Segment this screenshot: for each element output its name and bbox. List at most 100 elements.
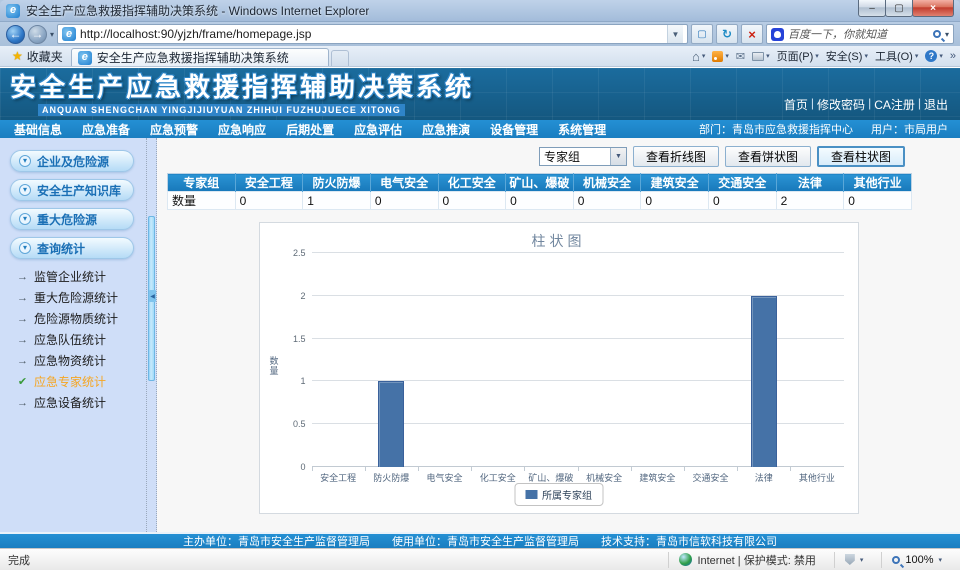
- close-button[interactable]: ×: [912, 0, 954, 17]
- new-tab-button[interactable]: [331, 50, 349, 66]
- compatibility-view-button[interactable]: ▢: [691, 24, 713, 44]
- session-info: 部门：青岛市应急救援指挥中心 用户：市局用户: [699, 121, 956, 137]
- feeds-button[interactable]: ▾: [712, 51, 729, 62]
- print-button[interactable]: ▾: [752, 52, 770, 61]
- expert-group-select[interactable]: 专家组 ▼: [539, 147, 627, 166]
- table-value-cell: 0: [370, 192, 438, 210]
- sidebar-item[interactable]: →应急设备统计: [8, 392, 146, 413]
- tab-favicon: e: [78, 51, 92, 65]
- history-chevron-icon[interactable]: ▾: [50, 30, 54, 39]
- nav-item[interactable]: 系统管理: [548, 121, 616, 138]
- select-value: 专家组: [540, 148, 610, 165]
- main-content: 专家组 ▼ 查看折线图查看饼状图查看柱状图 专家组安全工程防火防爆电气安全化工安…: [157, 138, 960, 532]
- search-box[interactable]: 百度一下，你就知道 ▾: [766, 24, 954, 44]
- header-link[interactable]: CA注册: [874, 96, 915, 113]
- sidebar-item[interactable]: →应急物资统计: [8, 350, 146, 371]
- read-mail-button[interactable]: ✉: [736, 50, 745, 63]
- site-banner: 安全生产应急救援指挥辅助决策系统 ANQUAN SHENGCHAN YINGJI…: [0, 68, 960, 120]
- browser-window: e 安全生产应急救援指挥辅助决策系统 - Windows Internet Ex…: [0, 0, 960, 570]
- header-link[interactable]: 退出: [924, 96, 948, 113]
- favorites-bar: ★ 收藏夹 e 安全生产应急救援指挥辅助决策系统 ⌂ ▾ ▾ ✉ ▾ 页面: [0, 46, 960, 67]
- table-header-row: 专家组安全工程防火防爆电气安全化工安全矿山、爆破机械安全建筑安全交通安全法律其他…: [168, 174, 912, 192]
- y-axis-title: 数量: [268, 356, 281, 376]
- sidebar-group-label: 重大危险源: [37, 211, 97, 228]
- nav-item[interactable]: 应急预警: [140, 121, 208, 138]
- url-dropdown-button[interactable]: ▼: [667, 25, 683, 43]
- home-button[interactable]: ⌂ ▾: [692, 49, 705, 64]
- sidebar-item[interactable]: ✔应急专家统计: [8, 371, 146, 392]
- sidebar-splitter[interactable]: ◀: [146, 138, 157, 532]
- chart-column: 其他行业: [790, 253, 843, 467]
- sidebar-item[interactable]: →重大危险源统计: [8, 287, 146, 308]
- separator: |: [918, 96, 921, 113]
- sidebar-item-label: 应急物资统计: [34, 352, 106, 369]
- url-field[interactable]: e http://localhost:90/yjzh/frame/homepag…: [57, 24, 688, 44]
- chart-legend[interactable]: 所属专家组: [514, 483, 603, 506]
- nav-item[interactable]: 应急响应: [208, 121, 276, 138]
- chart-bar: [751, 296, 777, 467]
- nav-item[interactable]: 应急评估: [344, 121, 412, 138]
- nav-item[interactable]: 后期处置: [276, 121, 344, 138]
- command-menu-label: 页面(P): [777, 48, 814, 64]
- browser-tab[interactable]: e 安全生产应急救援指挥辅助决策系统: [71, 48, 329, 66]
- table-header-cell: 电气安全: [370, 174, 438, 192]
- sidebar-item[interactable]: →监管企业统计: [8, 266, 146, 287]
- command-menu-o[interactable]: 工具(O)▾: [875, 48, 918, 64]
- refresh-button[interactable]: ↻: [716, 24, 738, 44]
- chart-plot: 00.511.522.5安全工程防火防爆电气安全化工安全矿山、爆破机械安全建筑安…: [312, 253, 844, 467]
- sidebar-group-button[interactable]: ▾安全生产知识库: [10, 179, 134, 201]
- protected-mode-button[interactable]: ▾: [834, 552, 874, 568]
- y-axis-tick-label: 0: [276, 462, 306, 472]
- chart-column: 机械安全: [578, 253, 631, 467]
- command-menu-items: 页面(P)▾ 安全(S)▾ 工具(O)▾: [777, 48, 919, 64]
- table-header-cell: 法律: [776, 174, 844, 192]
- sidebar-group-label: 安全生产知识库: [37, 182, 121, 199]
- nav-item[interactable]: 应急准备: [72, 121, 140, 138]
- help-button[interactable]: ? ▾: [925, 50, 943, 62]
- y-axis-tick-label: 2.5: [276, 248, 306, 258]
- sidebar-group-button[interactable]: ▾重大危险源: [10, 208, 134, 230]
- sidebar-group-button[interactable]: ▾企业及危险源: [10, 150, 134, 172]
- page-footer: 主办单位：青岛市安全生产监督管理局 使用单位：青岛市安全生产监督管理局 技术支持…: [0, 532, 960, 548]
- select-dropdown-icon[interactable]: ▼: [610, 148, 626, 165]
- command-menu-p[interactable]: 页面(P)▾: [777, 48, 819, 64]
- favorites-button[interactable]: ★ 收藏夹: [4, 46, 71, 66]
- sidebar-item-label: 应急专家统计: [34, 373, 106, 390]
- collapse-sidebar-handle[interactable]: ◀: [149, 290, 156, 302]
- nav-item[interactable]: 应急推演: [412, 121, 480, 138]
- table-value-cell: 0: [709, 192, 777, 210]
- view-bar-chart-button[interactable]: 查看柱状图: [817, 146, 905, 167]
- maximize-button[interactable]: ▢: [885, 0, 913, 17]
- footer-text: 主办单位：青岛市安全生产监督管理局 使用单位：青岛市安全生产监督管理局 技术支持…: [183, 533, 777, 549]
- search-options-chevron-icon[interactable]: ▾: [945, 30, 949, 39]
- view-pie-chart-button[interactable]: 查看饼状图: [725, 146, 811, 167]
- chart-column: 矿山、爆破: [524, 253, 577, 467]
- back-button[interactable]: ←: [6, 25, 25, 44]
- overflow-chevron-icon[interactable]: »: [950, 50, 956, 62]
- minimize-button[interactable]: –: [858, 0, 886, 17]
- nav-item[interactable]: 设备管理: [480, 121, 548, 138]
- stop-button[interactable]: ×: [741, 24, 763, 44]
- header-link[interactable]: 修改密码: [817, 96, 865, 113]
- command-menu-s[interactable]: 安全(S)▾: [826, 48, 868, 64]
- nav-item[interactable]: 基础信息: [4, 121, 72, 138]
- y-axis-tick-label: 1.5: [276, 334, 306, 344]
- url-text[interactable]: http://localhost:90/yjzh/frame/homepage.…: [80, 27, 311, 41]
- zoom-icon: [892, 556, 900, 564]
- table-header-cell: 其他行业: [844, 174, 912, 192]
- sidebar-item[interactable]: →危险源物质统计: [8, 308, 146, 329]
- forward-button[interactable]: →: [28, 25, 47, 44]
- zoom-control[interactable]: 100% ▾: [881, 552, 952, 568]
- chart-title: 柱状图: [260, 231, 858, 251]
- address-bar: ← → ▾ e http://localhost:90/yjzh/frame/h…: [0, 22, 960, 46]
- search-icon[interactable]: [933, 30, 941, 38]
- search-input[interactable]: 百度一下，你就知道: [788, 26, 929, 42]
- header-link[interactable]: 首页: [784, 96, 808, 113]
- status-bar: 完成 Internet | 保护模式: 禁用 ▾ 100% ▾: [0, 548, 960, 570]
- view-line-chart-button[interactable]: 查看折线图: [633, 146, 719, 167]
- table-value-cell: 0: [641, 192, 709, 210]
- chart-column: 法律: [737, 253, 790, 467]
- sidebar-group-button[interactable]: ▾查询统计: [10, 237, 134, 259]
- sidebar-item[interactable]: →应急队伍统计: [8, 329, 146, 350]
- chevron-circle-icon: ▾: [19, 242, 31, 254]
